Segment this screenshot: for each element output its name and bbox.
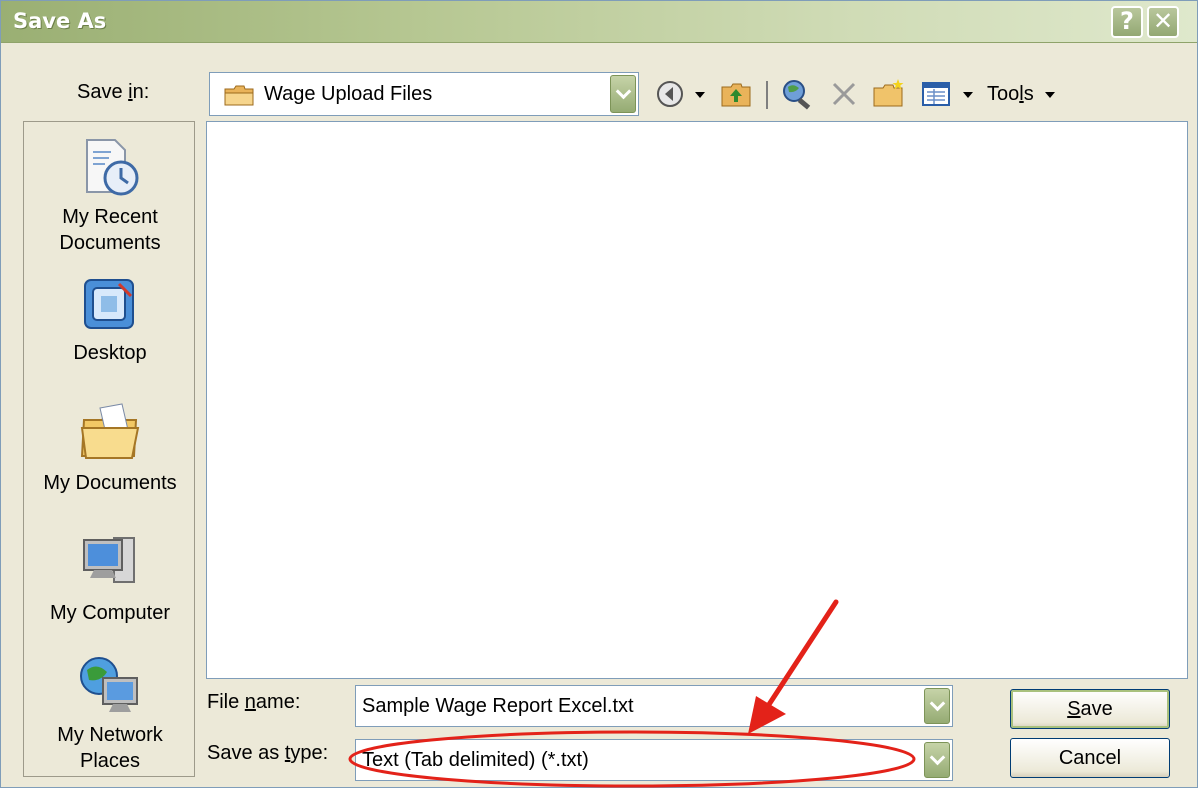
places-bar: My Recent Documents Desktop My Documents	[23, 121, 195, 777]
views-dropdown-icon[interactable]	[963, 92, 973, 98]
my-documents-icon	[80, 403, 140, 459]
place-my-network-places[interactable]: My Network Places	[24, 654, 196, 774]
desktop-icon	[84, 279, 134, 329]
delete-icon[interactable]	[829, 77, 859, 111]
tools-dropdown-icon[interactable]	[1045, 92, 1055, 98]
file-name-value: Sample Wage Report Excel.txt	[362, 695, 634, 717]
chevron-down-icon[interactable]	[610, 75, 636, 113]
file-list[interactable]	[206, 121, 1188, 679]
save-in-label: Save in:	[77, 81, 150, 103]
title-bar[interactable]: Save As ? ✕	[1, 1, 1197, 43]
close-button[interactable]: ✕	[1147, 6, 1179, 38]
my-computer-icon	[83, 537, 135, 583]
save-in-dropdown[interactable]: Wage Upload Files	[209, 72, 639, 116]
toolbar-separator	[766, 81, 768, 109]
save-as-type-label: Save as type:	[207, 742, 329, 764]
chevron-down-icon[interactable]	[924, 742, 950, 778]
place-label: My Documents	[43, 472, 177, 494]
place-my-computer[interactable]: My Computer	[24, 530, 196, 626]
file-name-input[interactable]: Sample Wage Report Excel.txt	[355, 685, 953, 727]
place-my-documents[interactable]: My Documents	[24, 400, 196, 496]
back-dropdown-icon[interactable]	[695, 92, 705, 98]
toolbar: Tools	[653, 77, 1073, 113]
place-desktop[interactable]: Desktop	[24, 274, 196, 366]
place-label: Documents	[59, 232, 161, 254]
network-places-icon	[80, 657, 138, 712]
place-label: My Network	[57, 724, 163, 746]
back-icon[interactable]	[653, 77, 687, 111]
save-in-value: Wage Upload Files	[264, 83, 433, 105]
new-folder-icon[interactable]	[871, 77, 907, 111]
place-my-recent-documents[interactable]: My Recent Documents	[24, 136, 196, 256]
recent-documents-icon	[86, 139, 139, 196]
help-button[interactable]: ?	[1111, 6, 1143, 38]
place-label: My Computer	[49, 602, 171, 624]
save-as-type-value: Text (Tab delimited) (*.txt)	[362, 749, 589, 771]
place-label: Places	[79, 750, 141, 772]
place-label: My Recent	[62, 206, 158, 228]
file-name-label: File name:	[207, 691, 301, 713]
save-as-type-dropdown[interactable]: Text (Tab delimited) (*.txt)	[355, 739, 953, 781]
tools-menu[interactable]: Tools	[987, 83, 1034, 106]
folder-icon	[224, 85, 254, 106]
up-folder-icon[interactable]	[719, 77, 753, 111]
place-label: Desktop	[73, 342, 147, 364]
views-icon[interactable]	[919, 77, 953, 111]
chevron-down-icon[interactable]	[924, 688, 950, 724]
save-as-dialog: Save As ? ✕ Save in: Wage Upload Files T…	[0, 0, 1198, 788]
window-title: Save As	[13, 9, 107, 33]
search-web-icon[interactable]	[779, 77, 815, 111]
save-button[interactable]: Save	[1010, 689, 1170, 729]
cancel-button[interactable]: Cancel	[1010, 738, 1170, 778]
